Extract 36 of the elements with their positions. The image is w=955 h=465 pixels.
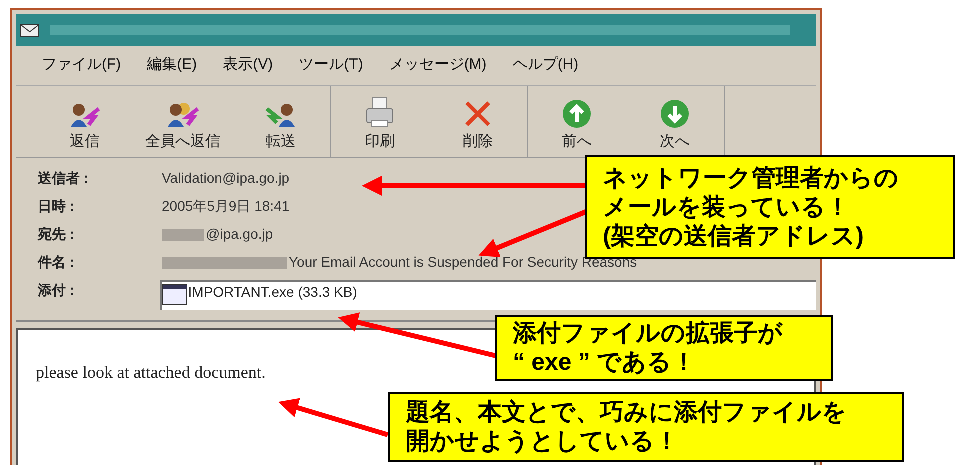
body-text: please look at attached document. — [36, 363, 266, 382]
header-label: 添付 : — [38, 281, 76, 300]
toolbar-button[interactable]: 転送 — [242, 86, 320, 157]
header-label: 宛先 : — [38, 225, 76, 244]
header-value: Your Email Account is Suspended For Security Reasons — [289, 253, 638, 272]
delete-icon — [463, 98, 493, 128]
people-arrow-icon — [166, 100, 200, 128]
envelope-icon — [20, 22, 40, 38]
header-value: 2005年5月9日 18:41 — [162, 197, 290, 216]
callout-text: ネットワーク管理者からの — [603, 164, 900, 192]
header-value: Validation@ipa.go.jp — [162, 169, 290, 188]
menu-item[interactable]: ヘルプ(H) — [512, 54, 579, 77]
callout-text: “ exe ” である！ — [513, 348, 698, 377]
header-label: 日時 : — [38, 197, 76, 216]
menu-item[interactable]: ファイル(F) — [42, 54, 122, 77]
callout-text: (架空の送信者アドレス) — [603, 222, 865, 250]
menu-item[interactable]: 表示(V) — [223, 54, 274, 77]
callout-text: 開かせようとしている！ — [406, 427, 680, 456]
menu-item[interactable]: 編集(E) — [147, 54, 198, 77]
toolbar-button[interactable]: 印刷 — [341, 86, 419, 157]
callout-text: 題名、本文とで、巧みに添付ファイルを — [406, 398, 848, 427]
attachment-field[interactable]: IMPORTANT.exe (33.3 KB) — [160, 280, 816, 310]
toolbar-button[interactable]: 全員へ返信 — [144, 86, 222, 157]
header-value: @ipa.go.jp — [206, 225, 274, 244]
header-label: 件名 : — [38, 253, 76, 272]
window-icon — [162, 284, 188, 306]
menu-item[interactable]: ツール(T) — [299, 54, 364, 77]
toolbar-button[interactable]: 前へ — [538, 86, 616, 157]
toolbar-button[interactable]: 削除 — [439, 86, 517, 157]
toolbar-button[interactable]: 返信 — [46, 86, 124, 157]
callout-text: メールを装っている！ — [603, 192, 851, 222]
menu-item[interactable]: メッセージ(M) — [389, 54, 487, 77]
blurred-text — [162, 228, 204, 240]
callout-text: 添付ファイルの拡張子が — [513, 319, 784, 348]
header-label: 送信者 : — [38, 169, 90, 188]
printer-icon — [364, 96, 396, 128]
